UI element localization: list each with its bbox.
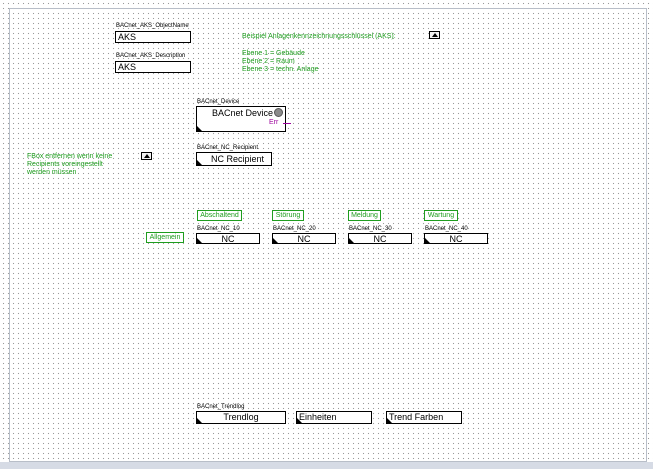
trendlog-colors-value: Trend Farben [389,412,444,422]
bottom-scroll-area[interactable] [0,462,653,469]
err-output-line [283,123,291,124]
aks-objectname-box[interactable]: AKS [115,31,191,43]
status-led-icon [274,108,283,117]
aks-info-title: Beispiel Anlagenkennzeichnungsschlüssel … [242,33,396,40]
aks-description-label: BACnet_AKS_Description [116,53,186,59]
fbox-corner-icon [387,418,392,423]
trendlog-label: BACnet_Trendlog [197,404,245,410]
fbox-corner-icon [197,418,202,423]
trendlog-fbox[interactable]: Trendlog [196,411,286,424]
fbox-note-collapse-button[interactable] [141,152,152,160]
collapse-triangle-icon [144,154,150,158]
aks-info-line2: Ebene 2 = Raum [242,58,295,65]
fbox-corner-icon [425,238,430,243]
trendlog-value: Trendlog [223,412,259,422]
nc-30-value: NC [373,234,387,244]
nc-20-fbox[interactable]: NC [272,233,336,244]
fbox-corner-icon [197,126,202,131]
device-value: BACnet Device [212,108,274,118]
nc-10-fbox[interactable]: NC [196,233,260,244]
collapse-triangle-icon [432,33,438,37]
nc-40-fbox[interactable]: NC [424,233,488,244]
device-label: BACnet_Device [197,99,240,105]
fbox-note-line1: FBox entfernen wenn keine [27,153,113,160]
trendlog-colors-fbox[interactable]: Trend Farben [386,411,462,424]
nc-10-value: NC [221,234,235,244]
device-err-output[interactable]: Err [269,119,278,127]
fbox-note-line2: Recipients voreingestellt [27,161,103,168]
recipient-value: NC Recipient [211,154,265,164]
aks-info-collapse-button[interactable] [429,31,440,39]
recipient-label: BACnet_NC_Recipient [197,145,259,151]
nc-20-label: BACnet_NC_20 [273,226,316,232]
aks-description-box[interactable]: AKS [115,61,191,73]
nc-40-value: NC [449,234,463,244]
nc-40-label: BACnet_NC_40 [425,226,468,232]
tag-allgemein[interactable]: Allgemein [146,232,184,243]
tag-abschaltend[interactable]: Abschaltend [197,210,242,221]
fbox-corner-icon [197,160,202,165]
nc-30-label: BACnet_NC_30 [349,226,392,232]
aks-objectname-label: BACnet_AKS_ObjectName [116,23,189,29]
aks-info-line1: Ebene 1 = Gebäude [242,50,305,57]
fbox-corner-icon [297,418,302,423]
nc-10-label: BACnet_NC_10 [197,226,240,232]
trendlog-units-value: Einheiten [299,412,337,422]
fupla-canvas[interactable]: BACnet_AKS_ObjectName AKS BACnet_AKS_Des… [0,0,653,469]
nc-30-fbox[interactable]: NC [348,233,412,244]
trendlog-units-fbox[interactable]: Einheiten [296,411,372,424]
tag-wartung[interactable]: Wartung [424,210,458,221]
recipient-fbox[interactable]: NC Recipient [196,152,272,166]
tag-meldung[interactable]: Meldung [348,210,381,221]
fbox-note-line3: werden müssen [27,169,77,176]
aks-info-line3: Ebene 3 = techn. Anlage [242,66,319,73]
aks-description-value: AKS [118,62,137,72]
fbox-corner-icon [349,238,354,243]
fbox-corner-icon [273,238,278,243]
tag-stoerung[interactable]: Störung [272,210,304,221]
fbox-corner-icon [197,238,202,243]
aks-objectname-value: AKS [118,32,137,42]
nc-20-value: NC [297,234,311,244]
